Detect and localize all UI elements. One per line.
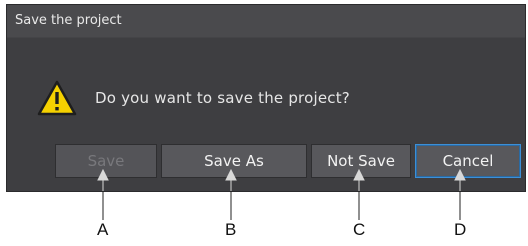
not-save-button[interactable]: Not Save xyxy=(311,144,411,178)
callout-label-c: C xyxy=(353,220,366,239)
dialog-content: Do you want to save the project? Save Sa… xyxy=(7,38,525,191)
dialog-message: Do you want to save the project? xyxy=(95,89,350,107)
callout-label-a: A xyxy=(97,220,109,239)
save-as-button[interactable]: Save As xyxy=(161,144,307,178)
cancel-button[interactable]: Cancel xyxy=(415,144,521,178)
warning-triangle-icon xyxy=(37,80,77,116)
save-button[interactable]: Save xyxy=(55,144,157,178)
callout-label-d: D xyxy=(454,220,467,239)
callout-label-b: B xyxy=(225,220,237,239)
dialog-title: Save the project xyxy=(7,5,525,37)
save-project-dialog: Save the project Do you want to save the… xyxy=(6,4,526,192)
message-row: Do you want to save the project? xyxy=(37,80,350,116)
